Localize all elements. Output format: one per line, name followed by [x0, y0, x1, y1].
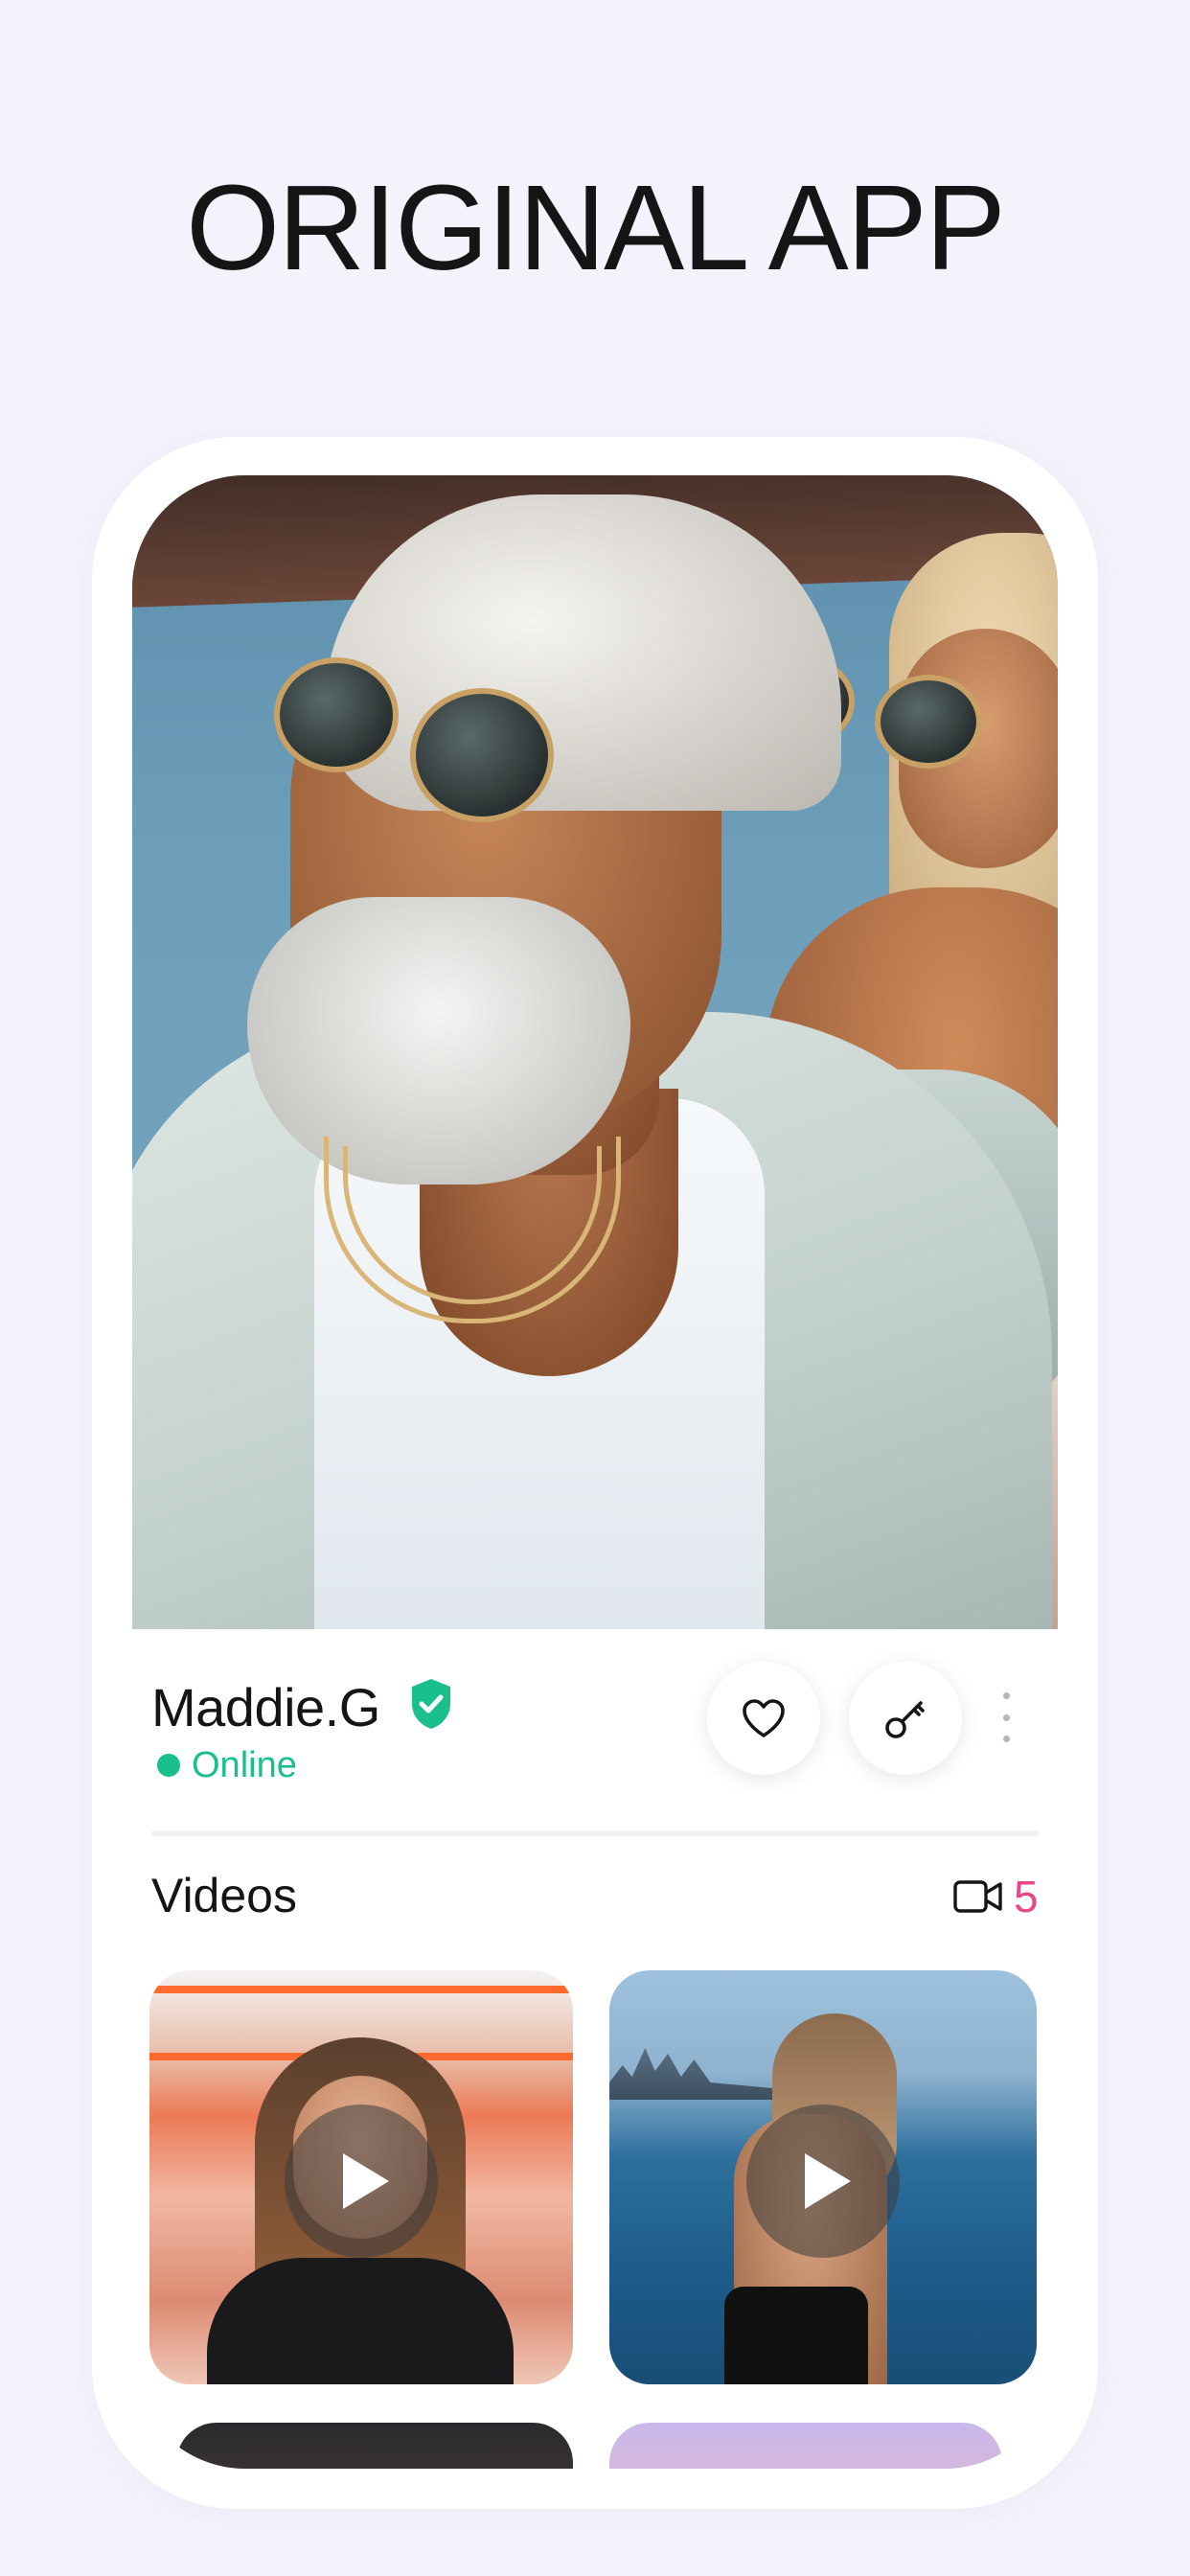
section-divider: [151, 1830, 1039, 1836]
app-screen: Maddie.G Online Videos 5: [132, 475, 1058, 2469]
online-status-label: Online: [192, 1745, 297, 1785]
video-tile[interactable]: [176, 2423, 573, 2469]
video-tile[interactable]: [609, 1970, 1037, 2384]
online-status: Online: [157, 1744, 297, 1786]
profile-info-row: Maddie.G Online: [132, 1629, 1058, 1821]
heart-icon: [743, 1699, 785, 1737]
play-icon: [343, 2153, 389, 2209]
verified-shield-icon: [408, 1677, 454, 1731]
profile-hero-photo[interactable]: [132, 475, 1058, 1629]
like-button[interactable]: [707, 1662, 820, 1775]
online-dot-icon: [157, 1754, 180, 1777]
video-camera-icon: [953, 1880, 1002, 1913]
videos-count: 5: [952, 1870, 1039, 1923]
key-icon: [885, 1701, 925, 1738]
profile-name: Maddie.G: [151, 1677, 380, 1737]
phone-frame: Maddie.G Online Videos 5: [92, 437, 1098, 2509]
video-tile[interactable]: [609, 2423, 1002, 2469]
more-vertical-icon[interactable]: [995, 1692, 1018, 1742]
page-heading: ORIGINAL APP: [186, 160, 1006, 295]
play-button[interactable]: [746, 2104, 900, 2258]
play-icon: [805, 2153, 851, 2209]
videos-section-title: Videos: [151, 1869, 297, 1922]
play-button[interactable]: [285, 2104, 438, 2258]
video-tile[interactable]: [149, 1970, 573, 2384]
key-button[interactable]: [849, 1662, 962, 1775]
videos-count-number: 5: [1014, 1872, 1039, 1921]
